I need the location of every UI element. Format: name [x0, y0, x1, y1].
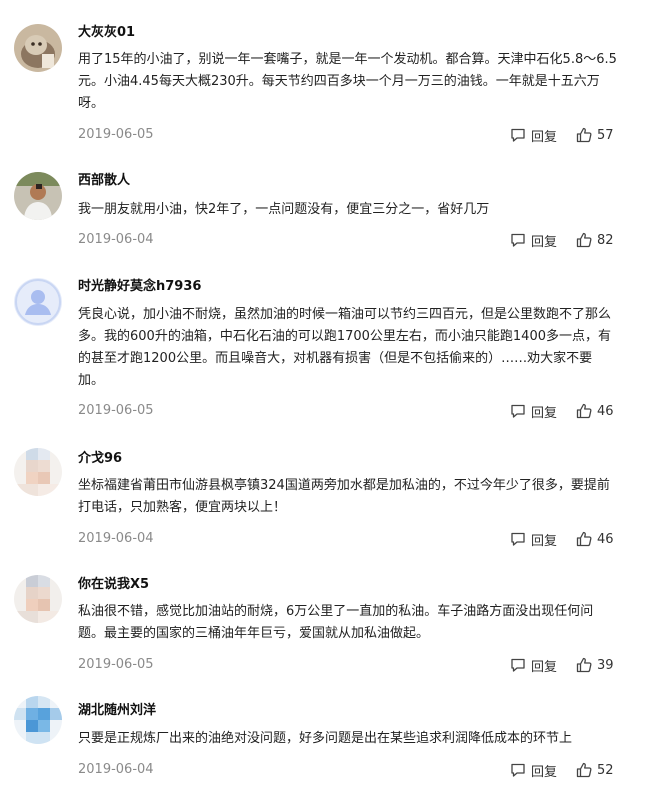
- comment-text: 只要是正规炼厂出来的油绝对没问题，好多问题是出在某些追求利润降低成本的环节上: [78, 731, 573, 746]
- like-button[interactable]: 52: [576, 761, 614, 779]
- reply-label: 回复: [531, 129, 558, 145]
- comment-item: 大灰灰01 用了15年的小油了，别说一年一套嘴子，就是一年一个发动机。都合算。天…: [0, 0, 648, 150]
- username[interactable]: 时光静好莫念h7936: [78, 279, 201, 295]
- comment-date: 2019-06-05: [78, 127, 154, 142]
- reply-button[interactable]: 回复: [510, 126, 558, 145]
- comment-text: 凭良心说，加小油不耐烧，虽然加油的时候一箱油可以节约三四百元，但是公里数跑不了那…: [78, 307, 612, 388]
- comment-text: 我一朋友就用小油，快2年了，一点问题没有，便宜三分之一，省好几万: [78, 202, 490, 217]
- reply-label: 回复: [531, 405, 558, 421]
- comment-item: 湖北随州刘洋 只要是正规炼厂出来的油绝对没问题，好多问题是出在某些追求利润降低成…: [0, 684, 648, 799]
- comment-item: 你在说我X5 私油很不错，感觉比加油站的耐烧，6万公里了一直加的私油。车子油路方…: [0, 556, 648, 684]
- reply-label: 回复: [531, 234, 558, 250]
- like-button[interactable]: 39: [576, 656, 614, 674]
- comment-item: 介戈96 坐标福建省莆田市仙游县枫亭镇324国道两旁加水都是加私油的，不过今年少…: [0, 428, 648, 556]
- like-button[interactable]: 46: [576, 402, 614, 420]
- reply-button[interactable]: 回复: [510, 761, 558, 780]
- comment-icon: [510, 762, 526, 778]
- username[interactable]: 大灰灰01: [78, 25, 135, 41]
- reply-button[interactable]: 回复: [510, 231, 558, 250]
- reply-button[interactable]: 回复: [510, 656, 558, 675]
- reply-label: 回复: [531, 764, 558, 780]
- like-count: 46: [597, 531, 614, 547]
- thumbs-up-icon: [576, 762, 592, 778]
- reply-label: 回复: [531, 533, 558, 549]
- thumbs-up-icon: [576, 531, 592, 547]
- comment-date: 2019-06-05: [78, 403, 154, 418]
- comment-text: 用了15年的小油了，别说一年一套嘴子，就是一年一个发动机。都合算。天津中石化5.…: [78, 52, 617, 111]
- user-avatar[interactable]: [14, 278, 62, 326]
- user-avatar[interactable]: [14, 24, 62, 72]
- comment-date: 2019-06-04: [78, 531, 154, 546]
- comment-text: 私油很不错，感觉比加油站的耐烧，6万公里了一直加的私油。车子油路方面没出现任何问…: [78, 604, 594, 641]
- comment-icon: [510, 531, 526, 547]
- like-count: 52: [597, 762, 614, 778]
- like-count: 46: [597, 403, 614, 419]
- user-avatar[interactable]: [14, 696, 62, 744]
- user-avatar[interactable]: [14, 172, 62, 220]
- comment-text: 坐标福建省莆田市仙游县枫亭镇324国道两旁加水都是加私油的，不过今年少了很多，要…: [78, 478, 610, 515]
- comment-icon: [510, 403, 526, 419]
- reply-button[interactable]: 回复: [510, 530, 558, 549]
- comment-icon: [510, 127, 526, 143]
- comment-date: 2019-06-04: [78, 232, 154, 247]
- username[interactable]: 湖北随州刘洋: [78, 703, 156, 719]
- comment-item: 西部散人 我一朋友就用小油，快2年了，一点问题没有，便宜三分之一，省好几万 20…: [0, 150, 648, 256]
- like-count: 82: [597, 232, 614, 248]
- user-avatar[interactable]: [14, 448, 62, 496]
- comment-date: 2019-06-04: [78, 762, 154, 777]
- username[interactable]: 你在说我X5: [78, 577, 149, 593]
- like-count: 57: [597, 127, 614, 143]
- reply-label: 回复: [531, 659, 558, 675]
- like-count: 39: [597, 657, 614, 673]
- username[interactable]: 西部散人: [78, 173, 130, 189]
- thumbs-up-icon: [576, 403, 592, 419]
- reply-button[interactable]: 回复: [510, 402, 558, 421]
- comment-icon: [510, 657, 526, 673]
- like-button[interactable]: 57: [576, 126, 614, 144]
- like-button[interactable]: 46: [576, 530, 614, 548]
- thumbs-up-icon: [576, 232, 592, 248]
- username[interactable]: 介戈96: [78, 451, 122, 467]
- thumbs-up-icon: [576, 127, 592, 143]
- comment-item: 时光静好莫念h7936 凭良心说，加小油不耐烧，虽然加油的时候一箱油可以节约三四…: [0, 256, 648, 428]
- comment-icon: [510, 232, 526, 248]
- user-avatar[interactable]: [14, 575, 62, 623]
- like-button[interactable]: 82: [576, 231, 614, 249]
- comment-date: 2019-06-05: [78, 657, 154, 672]
- thumbs-up-icon: [576, 657, 592, 673]
